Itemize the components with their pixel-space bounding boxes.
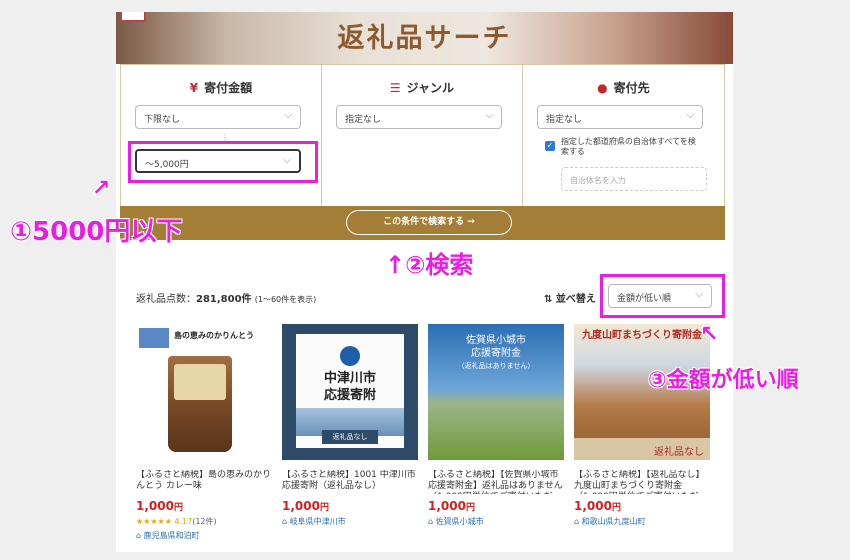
genre-select[interactable]: 指定なし ⌵ [335,105,502,129]
location-icon: ⌂ [574,517,582,526]
image-text: 佐賀県小城市 応援寄附金 （返礼品はありません） [457,335,535,370]
product-image[interactable]: 佐賀県小城市 応援寄附金 （返礼品はありません） [428,324,564,460]
no-gift-tag: 返礼品なし [322,430,378,444]
arrow-icon: ↖ [700,322,719,347]
brand-logo [139,328,169,348]
chevron-down-icon: ⌵ [284,110,292,121]
chevron-down-icon: ⌵ [485,110,493,121]
region-value: 指定なし [545,115,582,125]
product-price: 1,000円 [428,499,475,513]
product-title[interactable]: 【ふるさと納税】島の恵みのかりんとう カレー味 [136,470,272,494]
product-price: 1,000円 [282,499,329,513]
annotation-step2: ↑②検索 [385,251,474,279]
city-emblem-icon [340,346,360,366]
result-count: 返礼品点数：281,800件 (1〜60件を表示) [136,290,316,305]
genre-filter: ☰ ジャンル 指定なし ⌵ [322,65,523,206]
chevron-down-icon: ⌵ [686,110,694,121]
municipality-input[interactable]: 自治体名を入力 [560,167,707,191]
list-icon: ☰ [389,80,401,95]
sort-label: ⇅ 並べ替え [544,294,596,305]
highlight-box-amount [128,141,318,183]
product-image[interactable]: 島の恵みのかりんとう [136,324,272,460]
count-value: 281,800件 [196,294,252,305]
include-all-checkbox[interactable]: ✓ [544,141,555,151]
search-button[interactable]: この条件で検索する → [346,210,512,235]
amount-filter: ¥ 寄付金額 下限なし ⌵ ⋮ 〜5,000円 ⌵ [121,65,322,206]
product-title[interactable]: 【ふるさと納税】【返礼品なし】九度山町まちづくり寄附金（1,000円単位でご寄付… [574,470,710,494]
product-card[interactable]: 島の恵みのかりんとう 【ふるさと納税】島の恵みのかりんとう カレー味 1,000… [136,324,272,541]
product-card[interactable]: 佐賀県小城市 応援寄附金 （返礼品はありません） 【ふるさと納税】【佐賀県小城市… [428,324,564,527]
no-gift-tag: 返礼品なし [574,438,710,460]
filter-panel: ¥ 寄付金額 下限なし ⌵ ⋮ 〜5,000円 ⌵ ☰ ジャンル 指定なし ⌵ [120,64,725,207]
location-icon: ⌂ [428,517,436,526]
sort-icon: ⇅ [544,294,553,305]
region-filter: ● 寄付先 指定なし ⌵ ✓ 指定した都道府県の自治体すべてを検索する 自治体名… [523,65,724,206]
include-all-label: 指定した都道府県の自治体すべてを検索する [560,137,696,156]
product-location[interactable]: ⌂ 岐阜県中津川市 [282,516,418,527]
poster: 中津川市 応援寄附 返礼品なし [296,334,404,448]
annotation-step3: ③金額が低い順 [648,368,799,393]
product-location[interactable]: ⌂ 佐賀県小城市 [428,516,564,527]
highlight-box-sort [600,274,725,318]
product-location[interactable]: ⌂ 鹿児島県和泊町 [136,530,272,541]
brand-text: 島の恵みのかりんとう [174,331,254,340]
min-amount-value: 下限なし [144,115,181,125]
yen-icon: ¥ [189,80,199,95]
product-title[interactable]: 【ふるさと納税】【佐賀県小城市応援寄附金】返礼品はありません（1,000円単位で… [428,470,564,494]
product-price: 1,000円 [574,499,621,513]
product-location[interactable]: ⌂ 和歌山県九度山町 [574,516,710,527]
location-icon: ⌂ [282,517,290,526]
product-image[interactable]: 中津川市 応援寄附 返礼品なし [282,324,418,460]
amount-label: 寄付金額 [204,81,253,95]
rating: ★★★★★ 4.17(12件) [136,517,217,526]
count-prefix: 返礼品点数： [136,294,196,305]
annotation-step1: ①5000円以下 [10,217,183,247]
poster-city: 中津川市 応援寄附 [323,371,376,403]
arrow-icon: ↗ [92,176,111,201]
region-select[interactable]: 指定なし ⌵ [536,105,703,129]
hero-banner: 返礼品サーチ [116,12,733,64]
product-card[interactable]: 中津川市 応援寄附 返礼品なし 【ふるさと納税】1001 中津川市応援寄附（返礼品… [282,324,418,527]
genre-value: 指定なし [344,115,381,125]
product-label [174,364,226,400]
product-price: 1,000円 [136,499,183,513]
count-range: (1〜60件を表示) [254,295,317,304]
product-title[interactable]: 【ふるさと納税】1001 中津川市応援寄附（返礼品なし） [282,470,418,494]
image-title: 九度山町まちづくり寄附金 [582,330,702,341]
min-amount-select[interactable]: 下限なし ⌵ [135,105,301,129]
location-pin-icon: ● [597,80,608,95]
location-icon: ⌂ [136,531,144,540]
page-title: 返礼品サーチ [337,23,512,54]
region-label: 寄付先 [613,81,650,95]
product-card[interactable]: 九度山町まちづくり寄附金 返礼品なし 【ふるさと納税】【返礼品なし】九度山町まち… [574,324,710,527]
search-bar: この条件で検索する → [120,206,725,240]
genre-label: ジャンル [406,81,455,95]
